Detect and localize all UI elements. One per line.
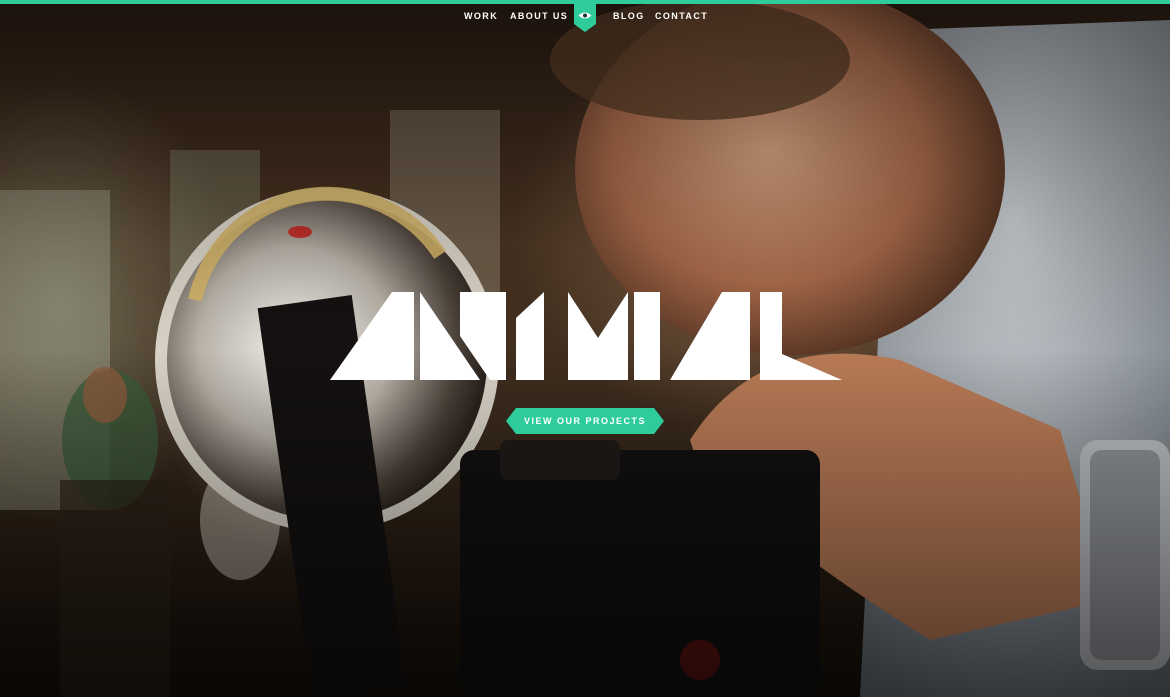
view-projects-button[interactable]: VIEW OUR PROJECTS [506, 408, 664, 434]
eye-icon [578, 12, 592, 19]
nav-link-work[interactable]: WORK [464, 11, 498, 21]
nav-link-contact[interactable]: CONTACT [655, 11, 708, 21]
hero-section: WORK ABOUT US BLOG CONTACT VIEW OUR PROJ… [0, 0, 1170, 697]
animal-logo-wordmark [330, 292, 842, 380]
view-projects-label: VIEW OUR PROJECTS [523, 416, 646, 426]
main-nav: WORK ABOUT US BLOG CONTACT [0, 0, 1170, 32]
home-eye-tab[interactable] [574, 0, 596, 32]
nav-link-blog[interactable]: BLOG [613, 11, 645, 21]
nav-link-about-us[interactable]: ABOUT US [510, 11, 568, 21]
